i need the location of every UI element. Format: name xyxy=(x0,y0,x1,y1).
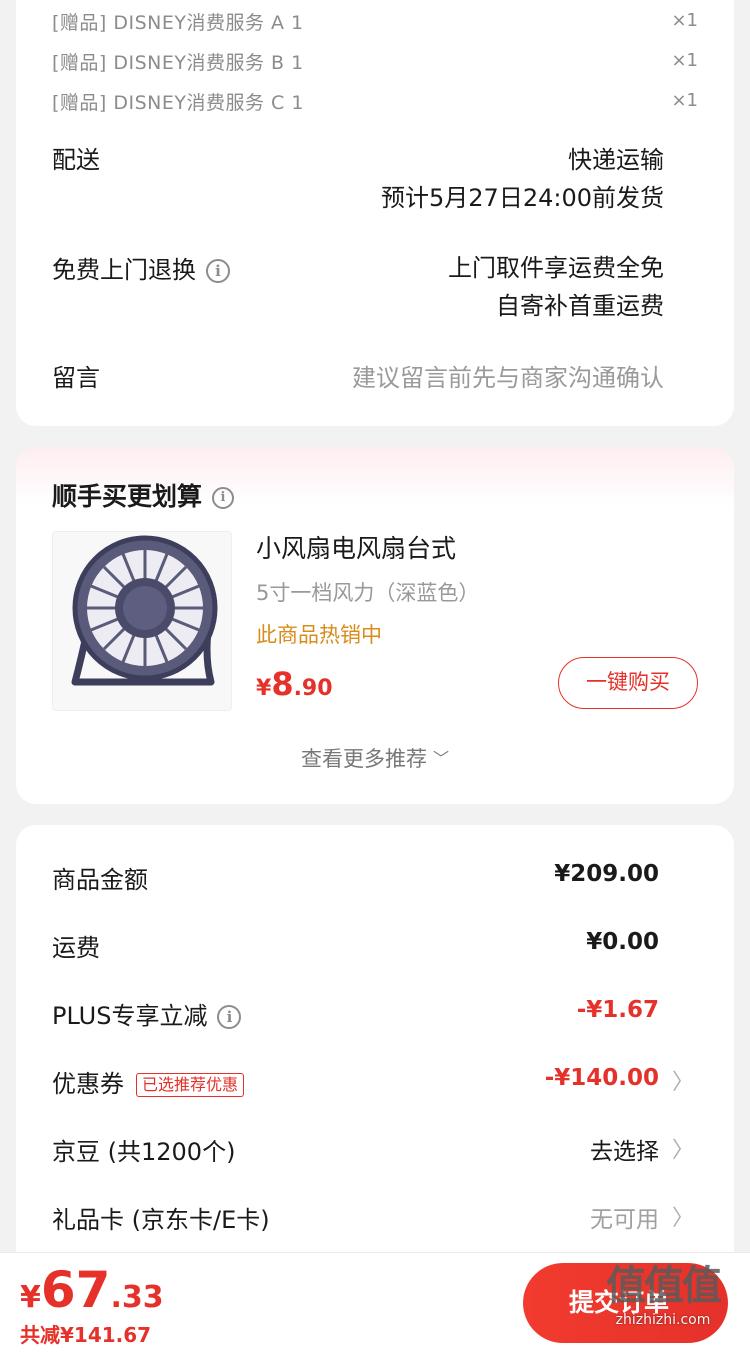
product-spec: 5寸一档风力（深蓝色） xyxy=(256,581,480,605)
chevron-right-icon[interactable]: 〉 xyxy=(672,1132,694,1164)
gift-item-b: [赠品] DISNEY消费服务 B 1 xyxy=(52,52,304,74)
price-decimal: .90 xyxy=(293,676,333,701)
info-icon[interactable]: i xyxy=(212,487,235,509)
coupon-tag: 已选推荐优惠 xyxy=(136,1073,245,1097)
info-icon[interactable]: i xyxy=(206,259,230,283)
message-label: 留言 xyxy=(52,364,100,392)
chevron-right-icon[interactable]: 〉 xyxy=(672,1064,694,1096)
checkout-page: [赠品] DISNEY消费服务 A 1 ×1 [赠品] DISNEY消费服务 B… xyxy=(0,0,750,1353)
recommend-title: 顺手买更划算 xyxy=(52,482,203,511)
total-symbol: ¥ xyxy=(20,1280,41,1315)
info-icon[interactable]: i xyxy=(217,1005,242,1029)
total-price: ¥67.33 xyxy=(20,1261,164,1319)
submit-order-button[interactable]: 提交订单 xyxy=(523,1263,728,1343)
delivery-label: 配送 xyxy=(52,146,100,174)
more-recommend-link[interactable]: 查看更多推荐 ﹀ xyxy=(16,743,734,773)
checkout-bottom-bar: ¥67.33 共减¥141.67 提交订单 xyxy=(0,1252,750,1353)
desk-fan-icon xyxy=(53,532,231,710)
gift-qty-b: ×1 xyxy=(671,50,698,71)
product-hot-badge: 此商品热销中 xyxy=(256,623,382,647)
one-click-buy-button[interactable]: 一键购买 xyxy=(558,657,698,709)
coupon-row[interactable]: 优惠券 已选推荐优惠 xyxy=(52,1064,245,1099)
product-price: ¥8.90 xyxy=(256,665,333,703)
jd-beans-value[interactable]: 去选择 xyxy=(590,1132,659,1166)
return-line-2: 自寄补首重运费 xyxy=(496,292,664,320)
chevron-down-icon: ﹀ xyxy=(432,749,449,768)
shipping-fee-value: ¥0.00 xyxy=(586,929,659,955)
shipping-fee-label: 运费 xyxy=(52,934,100,962)
gift-item-c: [赠品] DISNEY消费服务 C 1 xyxy=(52,92,304,114)
total-integer: 67 xyxy=(40,1261,111,1319)
price-symbol: ¥ xyxy=(256,676,272,701)
free-return-label: 免费上门退换 xyxy=(52,256,196,284)
product-name[interactable]: 小风扇电风扇台式 xyxy=(256,529,456,565)
gift-qty-c: ×1 xyxy=(671,90,698,111)
fee-summary-card: 商品金额 ¥209.00 运费 ¥0.00 PLUS专享立减 i -¥1.67 优… xyxy=(16,825,734,1265)
plus-discount-label: PLUS专享立减 xyxy=(52,1002,208,1030)
coupon-label: 优惠券 xyxy=(52,1070,124,1098)
recommend-card: 顺手买更划算 i 小风扇电风扇台式 5寸一档风力（深蓝色） 此商品热销中 ¥8.… xyxy=(16,447,734,804)
coupon-value[interactable]: -¥140.00 xyxy=(545,1065,659,1091)
chevron-right-icon[interactable]: 〉 xyxy=(672,1200,694,1232)
return-line-1: 上门取件享运费全免 xyxy=(448,254,664,282)
free-return-row: 免费上门退换 i xyxy=(52,250,230,285)
jd-beans-label: 京豆 (共1200个) xyxy=(52,1138,236,1166)
recommend-title-row: 顺手买更划算 i xyxy=(52,477,235,513)
product-image[interactable] xyxy=(52,531,232,711)
gift-qty-a: ×1 xyxy=(671,10,698,31)
more-recommend-label: 查看更多推荐 xyxy=(300,747,427,771)
delivery-method[interactable]: 快递运输 xyxy=(568,140,664,175)
goods-amount-value: ¥209.00 xyxy=(554,861,659,887)
delivery-eta: 预计5月27日24:00前发货 xyxy=(381,184,664,212)
plus-discount-value: -¥1.67 xyxy=(576,997,659,1023)
order-info-card: [赠品] DISNEY消费服务 A 1 ×1 [赠品] DISNEY消费服务 B… xyxy=(16,0,734,426)
plus-discount-row: PLUS专享立减 i xyxy=(52,996,242,1031)
total-decimal: .33 xyxy=(110,1280,164,1315)
goods-amount-label: 商品金额 xyxy=(52,866,148,894)
price-integer: 8 xyxy=(271,665,294,703)
gift-card-value[interactable]: 无可用 xyxy=(590,1200,659,1234)
message-input[interactable]: 建议留言前先与商家沟通确认 xyxy=(352,358,664,393)
gift-card-label: 礼品卡 (京东卡/E卡) xyxy=(52,1206,270,1234)
gift-item-a: [赠品] DISNEY消费服务 A 1 xyxy=(52,12,304,34)
total-saving: 共减¥141.67 xyxy=(20,1323,152,1347)
